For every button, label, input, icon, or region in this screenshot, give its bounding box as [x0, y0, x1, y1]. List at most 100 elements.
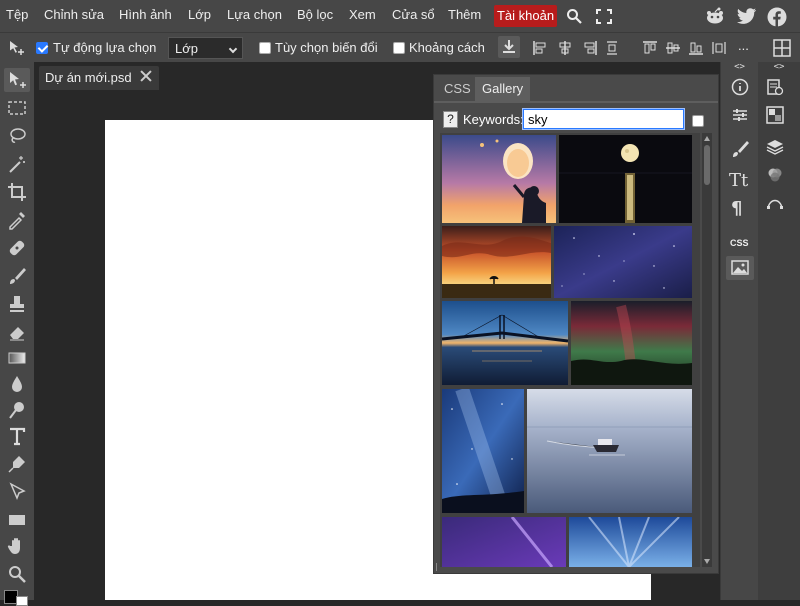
tab-css[interactable]: CSS — [437, 77, 478, 101]
menu-more[interactable]: Thêm — [448, 7, 481, 22]
distance-label: Khoảng cách — [409, 40, 485, 55]
tab-gallery[interactable]: Gallery — [475, 77, 531, 101]
marquee-tool-icon[interactable] — [7, 98, 27, 118]
shape-tool-icon[interactable] — [7, 510, 27, 530]
lasso-tool-icon[interactable] — [7, 126, 27, 146]
thumbnail-starry-sky[interactable] — [554, 226, 692, 298]
brush-settings-icon[interactable] — [731, 140, 749, 158]
channels-icon[interactable] — [766, 166, 784, 184]
thumbnail-moon-sea[interactable] — [559, 135, 692, 223]
search-icon[interactable] — [566, 8, 582, 24]
align-bottom-icon[interactable] — [689, 41, 703, 55]
tools-panel — [0, 62, 34, 606]
menu-bar: Tệp Chỉnh sửa Hình ảnh Lớp Lựa chọn Bộ l… — [0, 0, 800, 32]
menu-account-button[interactable]: Tài khoản — [494, 5, 557, 27]
layer-select-value: Lớp — [175, 41, 198, 56]
dodge-tool-icon[interactable] — [7, 400, 27, 420]
grid-icon[interactable] — [773, 39, 791, 57]
menu-file[interactable]: Tệp — [6, 7, 28, 22]
background-color-swatch[interactable] — [16, 596, 28, 606]
type-tool-icon[interactable] — [7, 426, 27, 446]
crop-tool-icon[interactable] — [7, 182, 27, 202]
stamp-tool-icon[interactable] — [7, 294, 27, 314]
move-tool[interactable] — [4, 68, 30, 92]
layers-icon[interactable] — [766, 138, 784, 156]
menu-filter[interactable]: Bộ lọc — [297, 7, 333, 22]
adjustments-icon[interactable] — [731, 106, 749, 124]
keywords-label: Keywords: — [463, 112, 524, 127]
paths-icon[interactable] — [766, 194, 784, 212]
menu-layer[interactable]: Lớp — [188, 7, 211, 22]
eyedropper-icon[interactable] — [7, 210, 27, 230]
menu-edit[interactable]: Chỉnh sửa — [44, 7, 104, 22]
keywords-checkbox[interactable] — [692, 115, 704, 127]
resize-grip-icon[interactable] — [436, 563, 444, 571]
more-options[interactable]: ... — [738, 38, 749, 53]
paragraph-icon[interactable]: ¶ — [731, 198, 749, 219]
facebook-icon[interactable] — [767, 7, 787, 27]
gallery-scrollbar[interactable] — [702, 133, 712, 567]
eraser-tool-icon[interactable] — [7, 322, 27, 342]
keywords-input[interactable] — [522, 108, 685, 130]
align-center-icon[interactable] — [558, 41, 572, 55]
thumbnail-aurora[interactable] — [571, 301, 692, 385]
align-middle-icon[interactable] — [666, 41, 680, 55]
brush-tool-icon[interactable] — [7, 266, 27, 286]
thumbnail-boat-lake[interactable] — [527, 389, 692, 513]
menu-view[interactable]: Xem — [349, 7, 376, 22]
menu-window[interactable]: Cửa sổ — [392, 7, 435, 22]
collapse-toggle-2[interactable]: <> — [758, 62, 800, 72]
chevron-down-icon — [228, 44, 238, 54]
gallery-body: ? Keywords: — [434, 101, 718, 573]
hand-tool-icon[interactable] — [7, 536, 27, 556]
path-select-icon[interactable] — [7, 482, 27, 502]
info-icon[interactable] — [731, 78, 749, 96]
blur-tool-icon[interactable] — [7, 374, 27, 394]
align-left-icon[interactable] — [533, 41, 547, 55]
transform-label: Tùy chọn biến đổi — [275, 40, 378, 55]
swatches-icon[interactable] — [766, 106, 784, 124]
help-button[interactable]: ? — [443, 111, 458, 128]
gradient-tool-icon[interactable] — [7, 348, 27, 368]
scroll-up-icon[interactable] — [704, 136, 710, 141]
distribute-vertical-icon[interactable] — [606, 41, 618, 55]
close-icon[interactable] — [139, 69, 153, 83]
scroll-down-icon[interactable] — [704, 559, 710, 564]
fullscreen-icon[interactable] — [596, 9, 612, 24]
thumbnail-grid — [440, 133, 700, 567]
layer-select-dropdown[interactable]: Lớp — [168, 37, 243, 59]
align-top-icon[interactable] — [643, 41, 657, 55]
document-tab[interactable]: Dự án mới.psd — [39, 66, 159, 90]
reddit-icon[interactable] — [705, 7, 725, 25]
thumbnail-orange-clouds[interactable] — [442, 226, 551, 298]
thumbnail-blue-rays[interactable] — [569, 517, 692, 567]
transform-checkbox[interactable] — [259, 42, 271, 54]
gallery-panel: CSS Gallery ? Keywords: — [433, 74, 719, 574]
thumbnail-bridge-dusk[interactable] — [442, 301, 568, 385]
collapse-toggle-1[interactable]: <> — [721, 62, 758, 72]
pen-tool-icon[interactable] — [7, 454, 27, 474]
scroll-thumb[interactable] — [704, 145, 710, 185]
move-tool-icon — [8, 40, 26, 56]
healing-brush-icon[interactable] — [7, 238, 27, 258]
auto-select-checkbox[interactable] — [36, 42, 48, 54]
twitter-icon[interactable] — [737, 8, 757, 25]
history-icon[interactable] — [766, 78, 784, 96]
distance-checkbox[interactable] — [393, 42, 405, 54]
character-icon[interactable]: Tt — [729, 170, 748, 191]
distribute-horizontal-icon[interactable] — [712, 41, 726, 55]
gallery-panel-button[interactable] — [726, 256, 754, 280]
options-bar: Tự động lựa chọn Lớp Tùy chọn biến đổi K… — [0, 32, 800, 62]
menu-image[interactable]: Hình ảnh — [119, 7, 172, 22]
download-button[interactable] — [498, 36, 520, 58]
auto-select-label: Tự động lựa chọn — [53, 40, 157, 55]
menu-select[interactable]: Lựa chọn — [227, 7, 282, 22]
align-right-icon[interactable] — [583, 41, 597, 55]
right-panel-secondary: <> — [758, 62, 800, 600]
magic-wand-icon[interactable] — [7, 154, 27, 174]
css-panel-label[interactable]: CSS — [730, 238, 749, 248]
thumbnail-purple-beam[interactable] — [442, 517, 566, 567]
thumbnail-sky-lantern[interactable] — [442, 135, 556, 223]
thumbnail-milky-way[interactable] — [442, 389, 524, 513]
zoom-tool-icon[interactable] — [7, 564, 27, 584]
